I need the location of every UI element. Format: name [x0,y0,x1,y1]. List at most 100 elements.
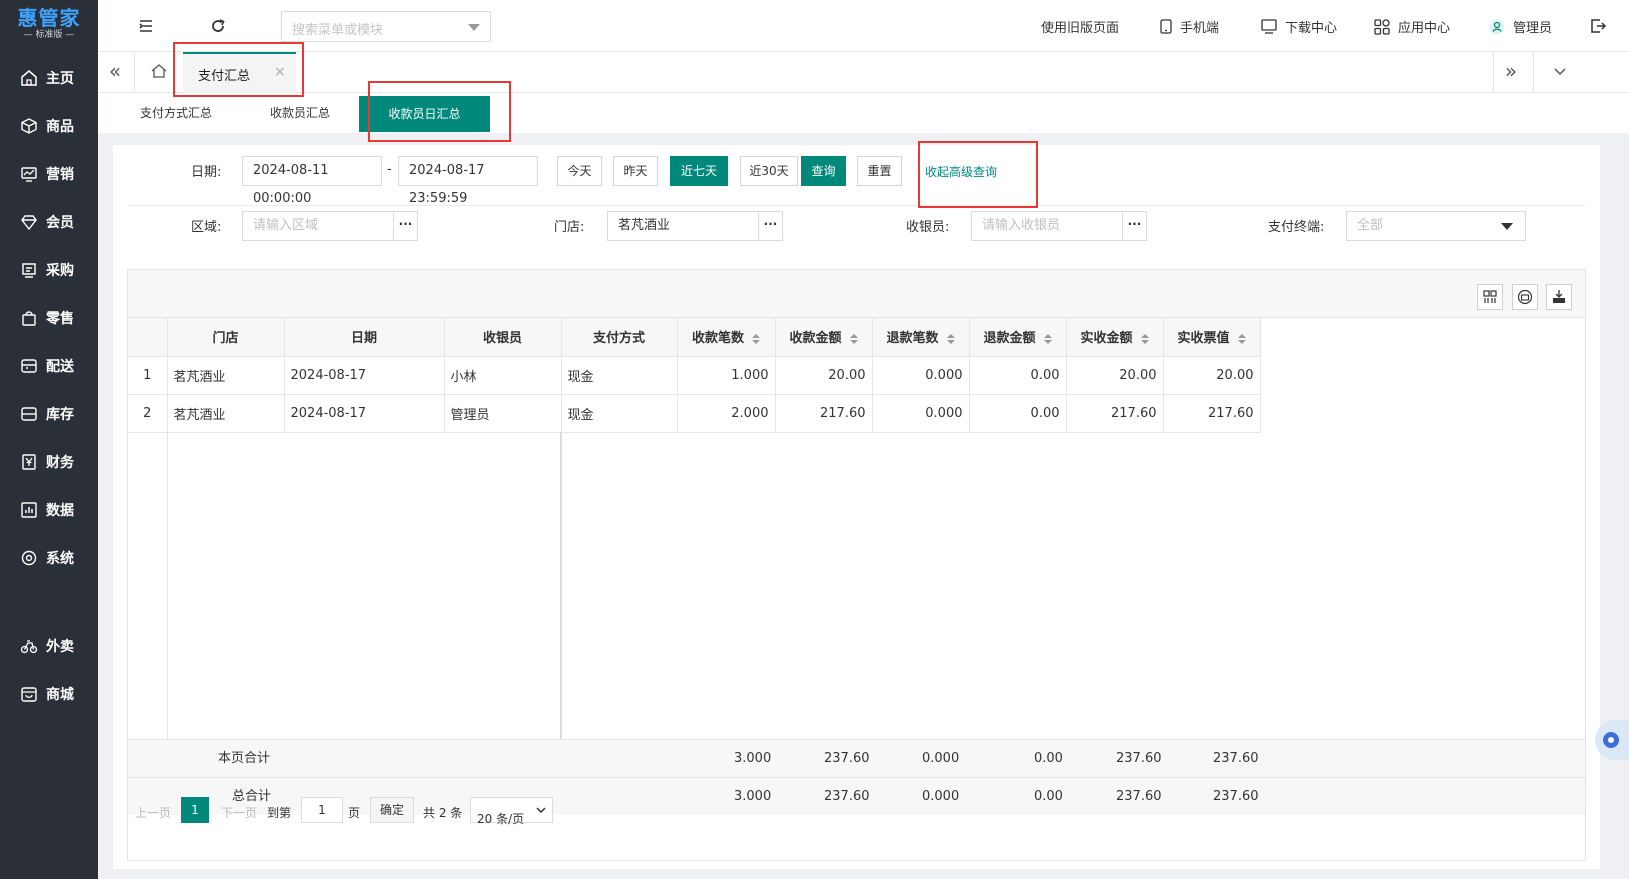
cell-store: 茗芃酒业 [167,356,285,395]
store-picker-button[interactable]: ··· [758,211,783,241]
sidebar-item-retail[interactable]: 零售 [0,294,98,342]
tabs-divider [1533,52,1534,93]
sidebar-item-home[interactable]: 主页 [0,54,98,102]
yesterday-button[interactable]: 昨天 [613,156,658,186]
col-refund-count[interactable]: 退款笔数 [872,318,970,357]
export-button[interactable] [1546,284,1572,310]
logout-icon[interactable] [1588,16,1608,36]
old-version-link[interactable]: 使用旧版页面 [1041,17,1119,36]
col-net-ticket[interactable]: 实收票值 [1163,318,1261,357]
total-count-label: 共 2 条 [423,806,463,820]
goto-confirm-button[interactable]: 确定 [370,797,414,823]
refresh-icon[interactable] [208,16,228,36]
sidebar-item-label: 零售 [46,311,74,327]
sidebar-item-system[interactable]: 系统 [0,534,98,582]
sort-icon[interactable] [1140,333,1149,344]
sidebar-item-finance[interactable]: 财务 [0,438,98,486]
column-settings-button[interactable] [1477,284,1503,310]
cell-net: 217.60 [1066,394,1164,433]
sidebar-item-delivery[interactable]: 配送 [0,342,98,390]
floating-assistant-button[interactable] [1595,720,1629,760]
page-1-button[interactable]: 1 [181,797,209,823]
last-7-days-button[interactable]: 近七天 [670,156,728,186]
col-receipt-count[interactable]: 收款笔数 [677,318,776,357]
col-label: 支付方式 [592,331,645,347]
table-row[interactable]: 1 茗芃酒业 2024-08-17 小林 现金 1.000 20.00 0.00… [128,356,1261,395]
chevron-down-icon[interactable] [1553,66,1567,78]
cashier-input[interactable]: 请输入收银员 [971,211,1123,241]
page-unit-label: 页 [348,806,361,820]
page-size-select[interactable]: 20 条/页 [470,797,553,826]
date-separator: - [387,162,392,177]
date-from-input[interactable]: 2024-08-11 00:00:00 [242,156,382,206]
sidebar-item-takeout[interactable]: 外卖 [0,622,98,670]
page-total-row: 本页合计 3.000 237.60 0.000 0.00 237.60 237.… [128,739,1585,777]
date-to-input[interactable]: 2024-08-17 23:59:59 [398,156,538,206]
logo[interactable]: 惠管家 — 标准版 — [0,0,98,48]
grand-total-net: 237.60 [1116,789,1162,804]
sort-icon[interactable] [752,333,760,344]
terminal-select[interactable]: 全部 [1346,211,1526,241]
cube-icon [21,118,37,134]
export-icon [1553,290,1565,303]
menu-search-select[interactable]: 搜索菜单或模块 [281,11,491,42]
today-button[interactable]: 今天 [557,156,602,186]
subtab-payment-method[interactable]: 支付方式汇总 [140,93,212,133]
table-row[interactable]: 2 茗芃酒业 2024-08-17 管理员 现金 2.000 217.60 0.… [128,394,1261,433]
sidebar-item-data[interactable]: 数据 [0,486,98,534]
sidebar-item-label: 商城 [46,687,74,703]
col-receipt-amount[interactable]: 收款金额 [775,318,873,357]
region-picker-button[interactable]: ··· [393,211,418,241]
col-date[interactable]: 日期 [284,318,445,357]
sidebar-item-mall[interactable]: 商城 [0,670,98,718]
grand-total-count: 3.000 [734,789,772,804]
data-icon [21,502,37,518]
sidebar-item-goods[interactable]: 商品 [0,102,98,150]
col-label: 实收金额 [1080,331,1133,347]
next-page-button[interactable]: 下一页 [221,804,257,821]
menu-search-placeholder: 搜索菜单或模块 [292,23,384,38]
sort-icon[interactable] [1043,333,1052,344]
reset-button[interactable]: 重置 [857,156,902,186]
cell-refund-count: 0.000 [872,356,970,395]
sidebar-item-purchase[interactable]: 采购 [0,246,98,294]
sort-icon[interactable] [946,333,955,344]
col-net-amount[interactable]: 实收金额 [1066,318,1164,357]
sidebar-item-label: 财务 [46,455,74,471]
sort-icon[interactable] [849,333,858,344]
page-total-amount: 237.60 [824,751,870,766]
cell-store: 茗芃酒业 [167,394,285,433]
col-payment-method[interactable]: 支付方式 [561,318,678,357]
tabs-scroll-right-icon[interactable]: » [1500,60,1522,82]
sidebar-item-member[interactable]: 会员 [0,198,98,246]
print-button[interactable] [1512,284,1538,310]
mobile-link[interactable]: 手机端 [1160,17,1219,36]
download-link[interactable]: 下载中心 [1261,17,1337,36]
date-label: 日期: [191,165,222,180]
stock-icon [21,407,37,421]
prev-page-button[interactable]: 上一页 [135,804,171,821]
query-button[interactable]: 查询 [801,156,846,186]
user-menu[interactable]: 管理员 [1489,17,1552,36]
store-input[interactable]: 茗芃酒业 [607,211,759,241]
col-store[interactable]: 门店 [167,318,285,357]
cashier-picker-button[interactable]: ··· [1122,211,1147,241]
menu-toggle-icon[interactable] [136,16,156,36]
page-number-input[interactable]: 1 [301,797,343,823]
last-30-days-button[interactable]: 近30天 [740,156,798,186]
col-cashier[interactable]: 收银员 [444,318,562,357]
diamond-icon [21,215,37,231]
page-size-value: 20 条/页 [477,812,525,826]
user-name: 管理员 [1513,21,1553,36]
tabs-scroll-left-icon[interactable]: « [104,60,126,82]
home-tab-icon[interactable] [150,62,168,80]
col-refund-amount[interactable]: 退款金额 [969,318,1067,357]
subtab-cashier[interactable]: 收款员汇总 [270,93,330,133]
region-input[interactable]: 请输入区域 [242,211,394,241]
sort-icon[interactable] [1237,333,1246,344]
app-center-link[interactable]: 应用中心 [1374,17,1450,36]
sidebar-item-marketing[interactable]: 营销 [0,150,98,198]
cell-ticket: 217.60 [1163,394,1261,433]
sidebar-item-stock[interactable]: 库存 [0,390,98,438]
